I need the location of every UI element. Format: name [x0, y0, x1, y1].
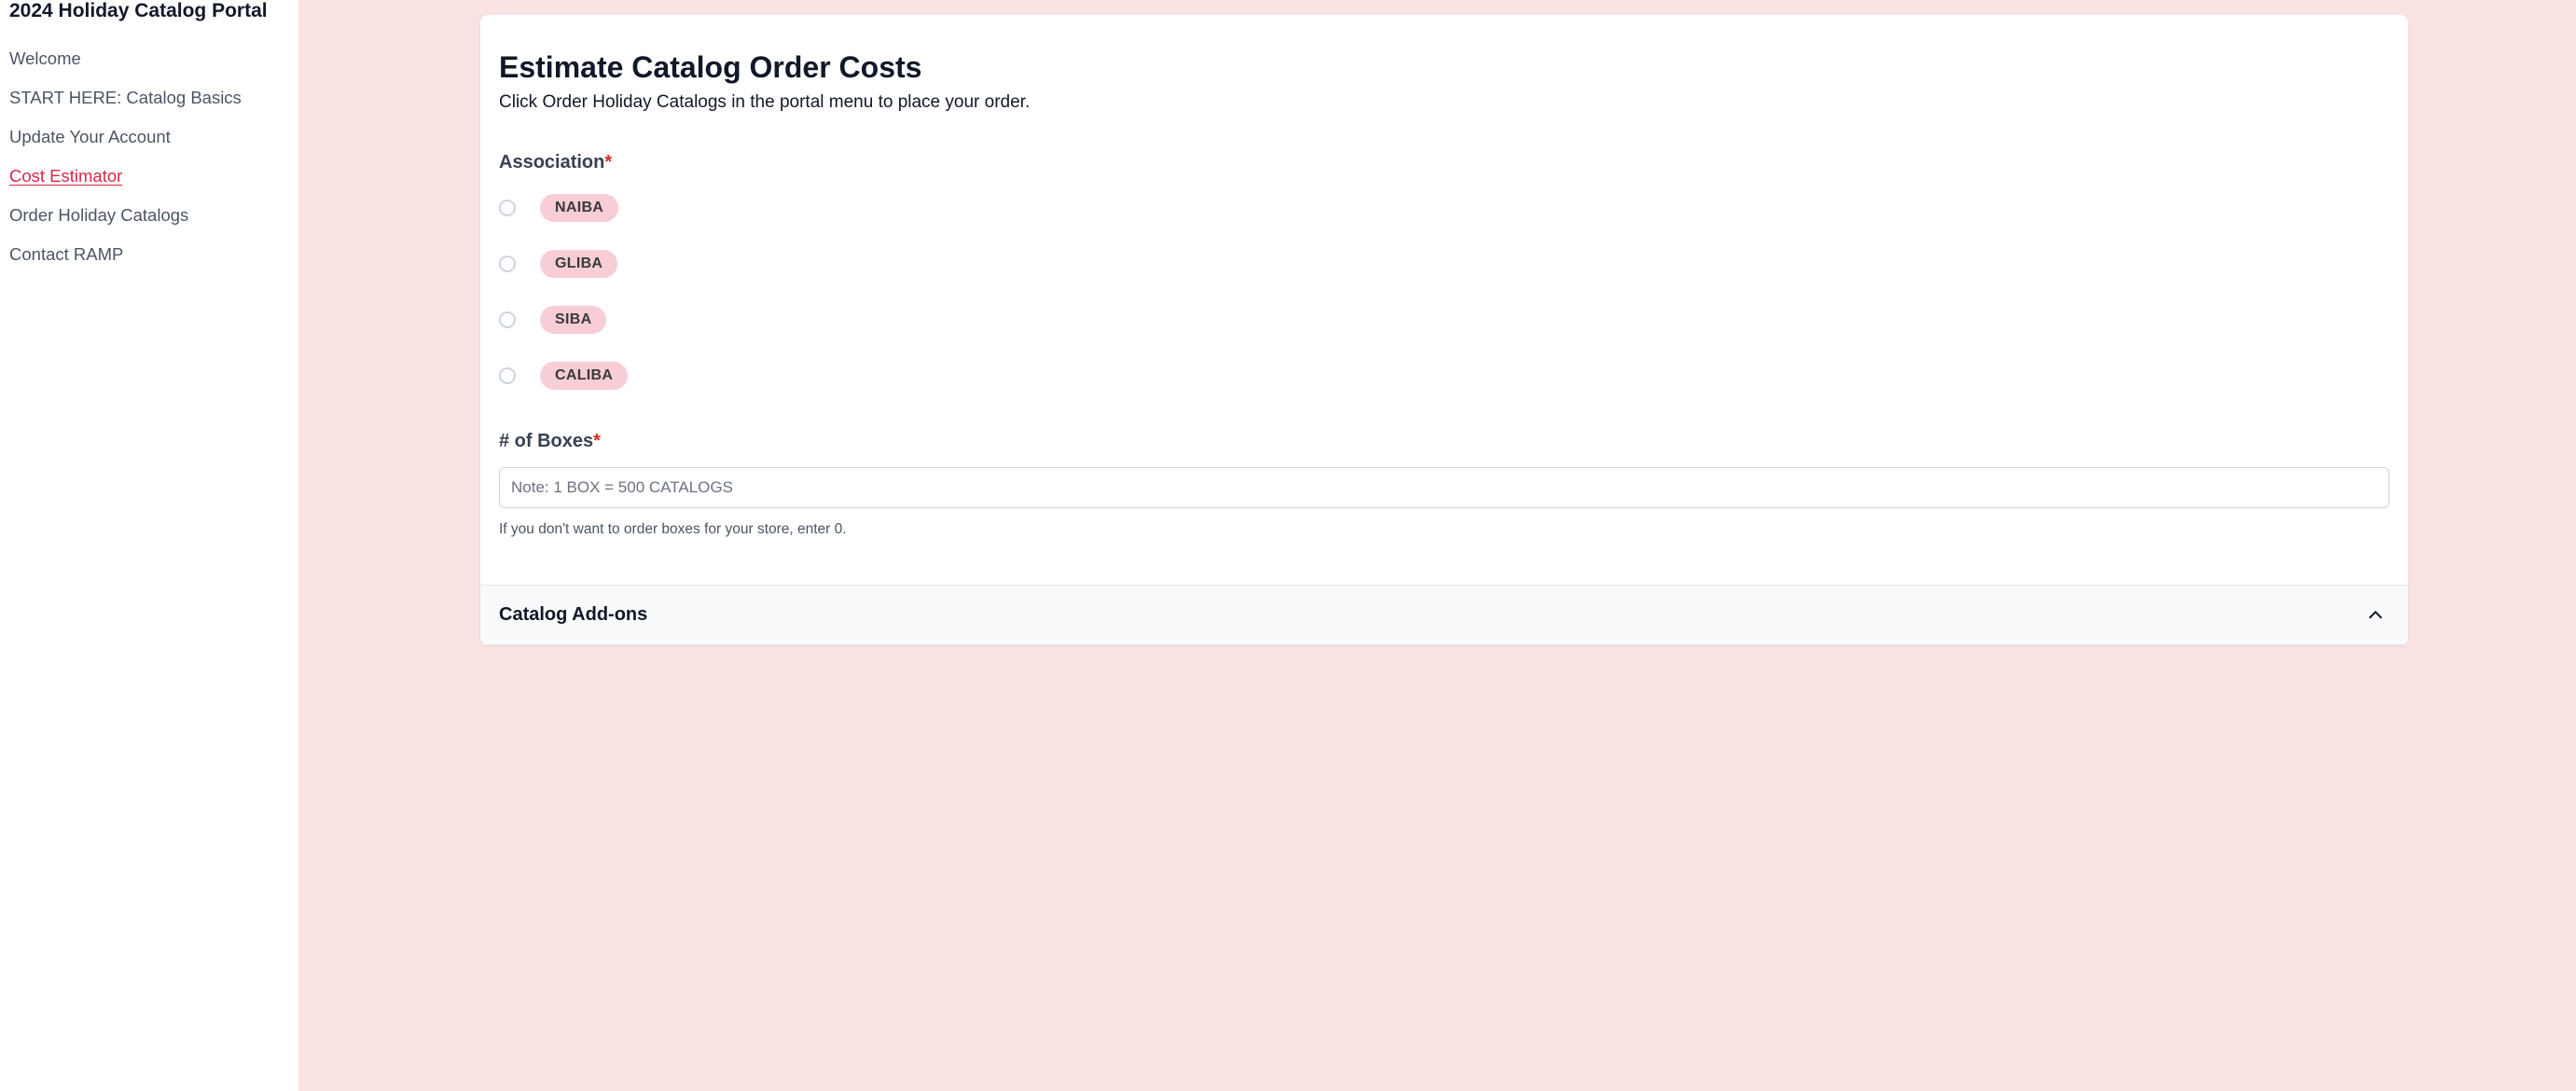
boxes-input[interactable] — [499, 467, 2389, 508]
sidebar-item-welcome[interactable]: Welcome — [9, 48, 289, 69]
form-card: Estimate Catalog Order Costs Click Order… — [480, 15, 2408, 645]
association-radio-group: NAIBA GLIBA SIBA CALIBA — [499, 194, 2389, 390]
sidebar-item-label[interactable]: Update Your Account — [9, 127, 171, 146]
radio-option-label: SIBA — [540, 306, 606, 334]
card-body: Estimate Catalog Order Costs Click Order… — [480, 15, 2408, 585]
boxes-field: # of Boxes* If you don't want to order b… — [499, 431, 2389, 538]
main-content: Estimate Catalog Order Costs Click Order… — [298, 0, 2576, 1091]
radio-option-label: GLIBA — [540, 250, 617, 278]
sidebar-item-label[interactable]: Welcome — [9, 48, 81, 68]
boxes-help-text: If you don't want to order boxes for you… — [499, 521, 2389, 538]
sidebar: 2024 Holiday Catalog Portal Welcome STAR… — [0, 0, 298, 1091]
radio-circle-icon[interactable] — [499, 255, 516, 272]
sidebar-item-label[interactable]: START HERE: Catalog Basics — [9, 88, 242, 107]
radio-option-naiba[interactable]: NAIBA — [499, 194, 2389, 222]
required-mark: * — [604, 152, 612, 173]
sidebar-item-label[interactable]: Order Holiday Catalogs — [9, 205, 188, 225]
radio-circle-icon[interactable] — [499, 200, 516, 216]
radio-circle-icon[interactable] — [499, 367, 516, 384]
sidebar-item-catalog-basics[interactable]: START HERE: Catalog Basics — [9, 88, 289, 108]
chevron-up-icon — [2365, 605, 2386, 626]
nav-list: Welcome START HERE: Catalog Basics Updat… — [9, 48, 289, 265]
sidebar-item-order-catalogs[interactable]: Order Holiday Catalogs — [9, 205, 289, 226]
addons-section-title: Catalog Add-ons — [480, 604, 647, 626]
sidebar-item-update-account[interactable]: Update Your Account — [9, 127, 289, 147]
sidebar-item-cost-estimator[interactable]: Cost Estimator — [9, 166, 289, 186]
radio-circle-icon[interactable] — [499, 311, 516, 328]
page-title: Estimate Catalog Order Costs — [499, 50, 2389, 85]
radio-option-label: CALIBA — [540, 362, 628, 390]
sidebar-title: 2024 Holiday Catalog Portal — [9, 0, 289, 22]
sidebar-item-label[interactable]: Contact RAMP — [9, 244, 123, 264]
association-label-text: Association — [499, 152, 604, 173]
sidebar-item-contact-ramp[interactable]: Contact RAMP — [9, 244, 289, 265]
radio-option-siba[interactable]: SIBA — [499, 306, 2389, 334]
radio-option-gliba[interactable]: GLIBA — [499, 250, 2389, 278]
sidebar-item-label[interactable]: Cost Estimator — [9, 166, 122, 186]
radio-option-label: NAIBA — [540, 194, 618, 222]
page-subtitle: Click Order Holiday Catalogs in the port… — [499, 92, 2389, 113]
radio-option-caliba[interactable]: CALIBA — [499, 362, 2389, 390]
association-label: Association* — [499, 152, 2389, 173]
required-mark: * — [593, 431, 601, 451]
boxes-label: # of Boxes* — [499, 431, 2389, 452]
boxes-label-text: # of Boxes — [499, 431, 593, 451]
addons-section-header[interactable]: Catalog Add-ons — [480, 585, 2408, 645]
